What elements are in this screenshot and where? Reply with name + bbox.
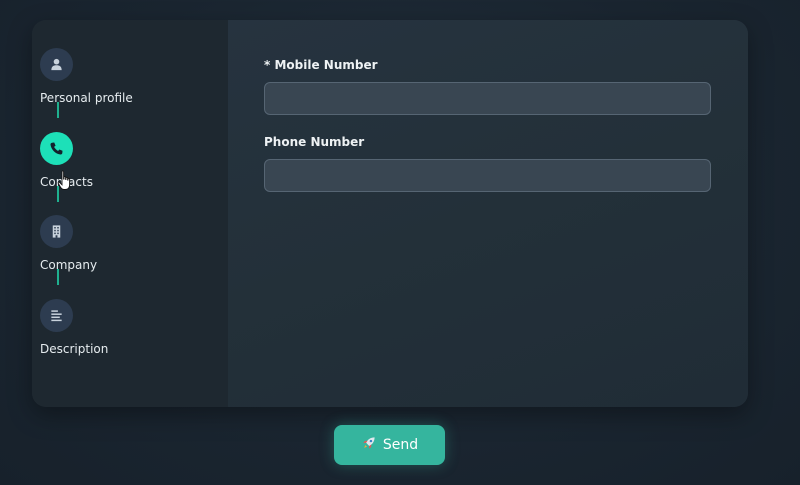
step-connector — [57, 269, 59, 285]
step-label: Description — [40, 342, 109, 356]
send-button[interactable]: Send — [334, 425, 445, 465]
step-label: Personal profile — [40, 91, 133, 105]
mobile-number-input[interactable] — [264, 82, 711, 115]
step-label: Company — [40, 258, 98, 272]
mobile-number-label: * Mobile Number — [264, 58, 378, 72]
hand-cursor-icon — [57, 170, 71, 190]
building-icon — [40, 215, 73, 248]
step-connector — [57, 102, 59, 118]
contacts-form: * Mobile Number Phone Number — [228, 20, 748, 407]
person-icon — [40, 48, 73, 81]
send-button-label: Send — [382, 437, 419, 453]
form-card: Personal profile Contacts Company Descri… — [32, 20, 748, 407]
rocket-icon — [361, 436, 376, 455]
phone-icon — [40, 132, 73, 165]
align-left-icon — [40, 299, 73, 332]
steps-sidebar: Personal profile Contacts Company Descri… — [32, 20, 228, 407]
phone-number-label: Phone Number — [264, 135, 365, 149]
phone-number-input[interactable] — [264, 159, 711, 192]
